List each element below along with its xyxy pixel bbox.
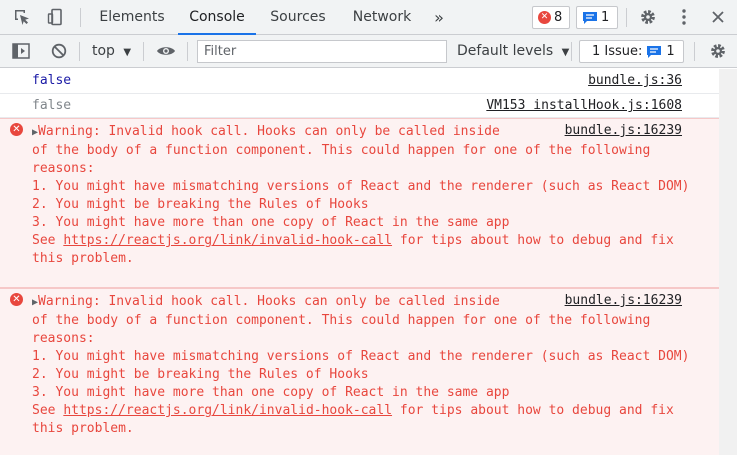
inspect-element-icon[interactable]	[11, 6, 33, 28]
error-help-link[interactable]: https://reactjs.org/link/invalid-hook-ca…	[63, 233, 392, 248]
log-levels-dropdown[interactable]: Default levels ▼	[457, 35, 569, 68]
log-value: false	[32, 98, 72, 113]
issues-count: 1	[666, 44, 675, 59]
divider	[626, 8, 627, 27]
devtools-tab-bar: Elements Console Sources Network » ✕ 8 1	[0, 0, 737, 35]
error-badge-icon: ✕	[538, 11, 551, 24]
message-count: 1	[601, 10, 610, 25]
context-selector-value: top	[92, 43, 115, 59]
error-see: See	[32, 403, 56, 418]
divider	[79, 42, 80, 61]
tab-sources[interactable]: Sources	[260, 0, 336, 35]
issues-label: 1 Issue:	[592, 44, 643, 59]
error-message: ▶Warning: Invalid hook call. Hooks can o…	[32, 123, 692, 268]
error-help-link[interactable]: https://reactjs.org/link/invalid-hook-ca…	[63, 403, 392, 418]
message-count-badge[interactable]: 1	[576, 6, 618, 29]
chevron-down-icon: ▼	[561, 47, 570, 58]
log-levels-label: Default levels	[457, 43, 554, 59]
divider	[187, 42, 188, 61]
log-value: false	[32, 73, 72, 88]
source-link[interactable]: bundle.js:16239	[565, 123, 682, 138]
console-error-row: ✕ ▶Warning: Invalid hook call. Hooks can…	[0, 118, 719, 288]
filter-input[interactable]	[197, 40, 447, 63]
tab-elements[interactable]: Elements	[90, 0, 174, 35]
issues-button[interactable]: 1 Issue: 1	[579, 40, 684, 63]
console-scrollbar[interactable]	[719, 69, 737, 455]
error-message: ▶Warning: Invalid hook call. Hooks can o…	[32, 293, 692, 438]
divider	[571, 42, 572, 61]
tab-network[interactable]: Network	[340, 0, 424, 35]
clear-console-icon[interactable]	[48, 40, 70, 62]
source-link[interactable]: VM153 installHook.js:1608	[486, 98, 682, 113]
close-icon[interactable]	[707, 6, 729, 28]
context-selector[interactable]: top ▼	[92, 35, 131, 68]
error-first-line: Warning: Invalid hook call. Hooks can on…	[38, 294, 500, 309]
error-body: of the body of a function component. Thi…	[32, 313, 690, 400]
live-expression-eye-icon[interactable]	[155, 40, 177, 62]
issue-message-icon	[647, 45, 662, 58]
console-log-row: false bundle.js:36	[0, 69, 719, 94]
message-badge-icon	[583, 11, 597, 24]
source-link[interactable]: bundle.js:36	[588, 73, 682, 88]
error-body: of the body of a function component. Thi…	[32, 143, 690, 230]
device-toolbar-icon[interactable]	[45, 6, 67, 28]
divider	[143, 42, 144, 61]
console-log-row: false VM153 installHook.js:1608	[0, 94, 719, 118]
source-link[interactable]: bundle.js:16239	[565, 293, 682, 308]
error-first-line: Warning: Invalid hook call. Hooks can on…	[38, 124, 500, 139]
console-error-row: ✕ ▶Warning: Invalid hook call. Hooks can…	[0, 288, 719, 455]
console-settings-gear-icon[interactable]	[707, 40, 729, 62]
error-see: See	[32, 233, 56, 248]
chevron-down-icon: ▼	[123, 47, 132, 58]
error-icon: ✕	[10, 293, 23, 306]
divider	[694, 42, 695, 61]
console-messages: false bundle.js:36 false VM153 installHo…	[0, 69, 719, 455]
console-toolbar: top ▼ Default levels ▼ 1 Issue: 1	[0, 35, 737, 68]
kebab-menu-icon[interactable]	[673, 6, 695, 28]
more-tabs-icon[interactable]: »	[426, 0, 452, 35]
error-count-badge[interactable]: ✕ 8	[532, 6, 570, 29]
error-count: 8	[554, 10, 563, 25]
settings-gear-icon[interactable]	[637, 6, 659, 28]
tab-console[interactable]: Console	[178, 0, 256, 35]
error-icon: ✕	[10, 123, 23, 136]
show-sidebar-icon[interactable]	[10, 40, 32, 62]
divider	[80, 8, 81, 27]
